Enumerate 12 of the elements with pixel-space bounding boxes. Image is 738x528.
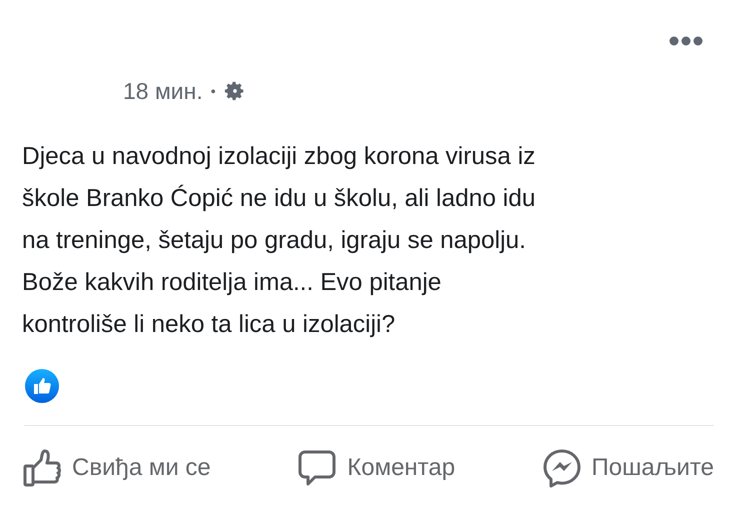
- speech-bubble-icon: [297, 448, 338, 488]
- like-reaction-icon[interactable]: [25, 369, 59, 403]
- post-time[interactable]: 18 мин.: [123, 78, 203, 104]
- share-button[interactable]: Пошаљите: [542, 448, 714, 488]
- separator-dot: •: [210, 83, 216, 99]
- thumbs-up-icon: [22, 448, 62, 488]
- messenger-icon: [542, 448, 582, 488]
- more-options-icon[interactable]: [669, 36, 703, 46]
- post-text: Djeca u navodnoj izolaciji zbog korona virusa iz škole Branko Ćopić ne idu u školu, ali ladno idu na treninge, šetaju po gradu, igraju se napolju. Bože kakvih roditelja ima... Evo pitanje kontroliše li neko ta lica u izolaciji?: [22, 142, 536, 340]
- comment-button[interactable]: Коментар: [297, 448, 456, 488]
- gear-icon: [224, 80, 246, 102]
- like-button[interactable]: Свиђа ми се: [22, 448, 211, 488]
